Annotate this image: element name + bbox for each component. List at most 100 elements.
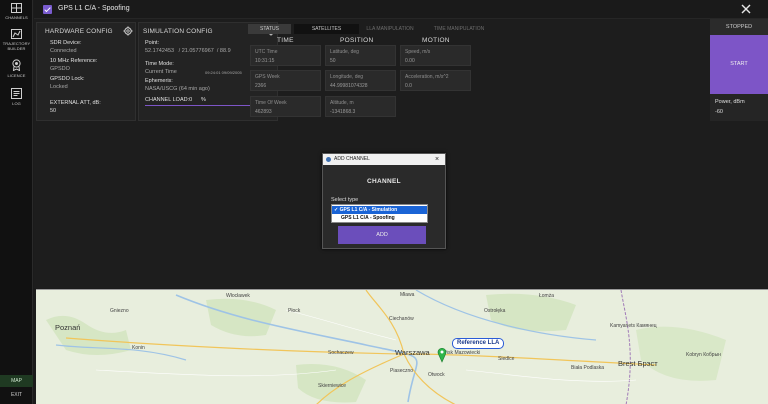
status-badge: STOPPED xyxy=(710,19,768,35)
sdr-device-label: SDR Device: xyxy=(50,40,82,46)
channel-enable-checkbox[interactable] xyxy=(43,5,52,14)
app-icon xyxy=(326,157,331,162)
speed-field: Speed, m/s 0.00 xyxy=(400,45,471,66)
map-city: Łomża xyxy=(539,293,555,299)
speed-value: 0.00 xyxy=(405,58,415,64)
time-mode-value: Current Time xyxy=(145,69,177,75)
power-input[interactable]: -60 xyxy=(715,109,723,115)
map-city: Piaseczno xyxy=(390,368,414,374)
close-icon[interactable] xyxy=(739,2,753,16)
utc-time-label: UTC Time xyxy=(255,49,278,55)
external-att-label: EXTERNAL ATT, dB: xyxy=(50,100,101,106)
status-column: STOPPED START Power, dBm -60 xyxy=(710,19,768,121)
channel-title: GPS L1 C/A - Spoofing xyxy=(58,5,130,12)
select-type-label: Select type xyxy=(331,197,359,203)
map-city: Ostrołęka xyxy=(484,308,506,314)
longitude-field: Longitude, deg 44.99981074328 xyxy=(325,70,396,91)
map-city: Gniezno xyxy=(110,308,129,314)
reference-value: GPSDO xyxy=(50,66,70,72)
tab-time-manipulation[interactable]: TIME MANIPULATION xyxy=(424,24,494,34)
latitude-field: Latitude, deg 50 xyxy=(325,45,396,66)
map-city: Otwock xyxy=(428,372,445,378)
column-motion: MOTION xyxy=(422,37,450,44)
longitude-value: 44.99981074328 xyxy=(330,83,368,89)
gps-week-field: GPS Week 2366 xyxy=(250,70,321,91)
grid-icon xyxy=(11,3,22,13)
rail-item-licence[interactable]: LICENCE xyxy=(0,59,33,78)
rail-map-button[interactable]: MAP xyxy=(0,375,33,387)
latitude-value: 50 xyxy=(330,58,336,64)
channel-load-unit: % xyxy=(201,97,206,103)
point-label: Point: xyxy=(145,40,160,46)
rail-label-licence: LICENCE xyxy=(7,73,26,78)
utc-time-field: UTC Time 10:31:15 xyxy=(250,45,321,66)
map-view[interactable]: Poznań Warszawa Brest Брэст Włocławek Pł… xyxy=(36,289,768,404)
map-city: Brest Брэст xyxy=(618,359,658,368)
start-button[interactable]: START xyxy=(710,35,768,94)
rail-label-trajectory: TRAJECTORY BUILDER xyxy=(2,41,31,51)
badge-icon xyxy=(12,59,21,71)
dialog-title: ADD CHANNEL xyxy=(334,156,370,162)
reference-label: 10 MHz Reference: xyxy=(50,58,98,64)
map-city: Mława xyxy=(400,292,415,298)
altitude-field: Altitude, m -1341868.3 xyxy=(325,96,396,117)
rail-item-trajectory[interactable]: TRAJECTORY BUILDER xyxy=(0,29,33,51)
time-of-week-label: Time Of Week xyxy=(255,100,287,106)
rail-item-channels[interactable]: CHANNELS xyxy=(0,3,33,20)
tab-lla-manipulation[interactable]: LLA MANIPULATION xyxy=(361,24,419,34)
acceleration-field: Acceleration, m/s^2 0.0 xyxy=(400,70,471,91)
time-mode-label: Time Mode: xyxy=(145,61,174,67)
tab-satellites[interactable]: SATELLITES xyxy=(294,24,359,34)
map-city: Sochaczew xyxy=(328,350,354,356)
gpsdo-lock-label: GPSDO Lock: xyxy=(50,76,85,82)
dialog-titlebar: ADD CHANNEL × xyxy=(323,154,445,165)
latitude-label: Latitude, deg xyxy=(330,49,359,55)
simulation-config-title: SIMULATION CONFIG xyxy=(143,28,213,35)
map-city: Kobryn Кобрын xyxy=(686,352,721,358)
rail-label-log: LOG xyxy=(12,101,21,106)
point-value: 52.1742453 / 21.05776967 / 88.9 xyxy=(145,48,231,54)
rail-label-channels: CHANNELS xyxy=(5,15,28,20)
column-position: POSITION xyxy=(340,37,374,44)
external-att-input[interactable]: 50 xyxy=(50,108,56,114)
time-of-week-field: Time Of Week 462893 xyxy=(250,96,321,117)
map-city: Biała Podlaska xyxy=(571,365,605,371)
map-city: Konin xyxy=(132,345,145,351)
add-channel-dialog: ADD CHANNEL × CHANNEL Select type ✓ GPS … xyxy=(322,153,446,249)
channel-titlebar: GPS L1 C/A - Spoofing xyxy=(34,0,768,19)
ephemeris-value: NASA/USCG (64 min ago) xyxy=(145,86,210,92)
map-city: Włocławek xyxy=(226,293,250,299)
log-icon xyxy=(11,88,22,99)
option-simulation[interactable]: ✓ GPS L1 C/A - Simulation xyxy=(332,206,427,214)
map-city: Kamyanets Камянец xyxy=(610,323,657,329)
map-city: Poznań xyxy=(55,323,81,332)
ephemeris-label: Ephemeris: xyxy=(145,78,173,84)
rail-exit-button[interactable]: EXIT xyxy=(0,389,33,401)
acceleration-label: Acceleration, m/s^2 xyxy=(405,74,449,80)
speed-label: Speed, m/s xyxy=(405,49,431,55)
dialog-close-icon[interactable]: × xyxy=(435,154,439,165)
hardware-config-title: HARDWARE CONFIG xyxy=(45,28,113,35)
hardware-config-card: HARDWARE CONFIG SDR Device: Connected 10… xyxy=(36,22,136,121)
channel-type-select[interactable]: ✓ GPS L1 C/A - Simulation GPS L1 C/A - S… xyxy=(331,204,428,223)
longitude-label: Longitude, deg xyxy=(330,74,364,80)
utc-time-value: 10:31:15 xyxy=(255,58,275,64)
add-button[interactable]: ADD xyxy=(338,226,426,244)
tab-status[interactable]: STATUS xyxy=(248,24,291,34)
gear-icon[interactable] xyxy=(123,26,133,36)
dialog-heading: CHANNEL xyxy=(367,178,401,185)
map-city: Płock xyxy=(288,308,301,314)
map-pin-icon[interactable] xyxy=(437,347,447,363)
rail-item-log[interactable]: LOG xyxy=(0,88,33,106)
map-city: Ciechanów xyxy=(389,316,414,322)
option-spoofing[interactable]: GPS L1 C/A - Spoofing xyxy=(332,214,427,222)
channel-load-label: CHANNEL LOAD:0 xyxy=(145,97,193,103)
column-time: TIME xyxy=(277,37,294,44)
altitude-value: -1341868.3 xyxy=(330,109,356,115)
reference-lla-label: Reference LLA xyxy=(452,338,505,349)
gps-week-label: GPS Week xyxy=(255,74,280,80)
map-city: Siedlce xyxy=(498,356,515,362)
power-label: Power, dBm xyxy=(715,99,745,105)
acceleration-value: 0.0 xyxy=(405,83,412,89)
map-city: Warszawa xyxy=(395,348,430,357)
